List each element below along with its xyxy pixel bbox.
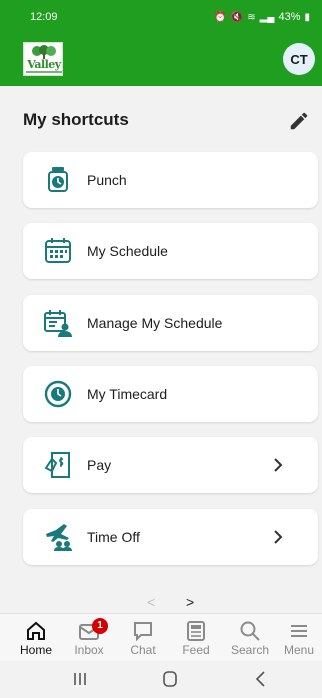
chat-icon (134, 622, 152, 642)
alarm-icon: ⏰ (214, 11, 227, 23)
search-icon (240, 621, 260, 641)
battery-icon: ▮ (304, 11, 310, 23)
calendar-icon (45, 238, 71, 263)
status-time: 12:09 (30, 11, 58, 23)
logo-word: Valley (27, 58, 61, 71)
signal-icon: ▂▄ (259, 11, 275, 23)
inbox-badge: 1 (92, 618, 108, 634)
menu-icon (291, 625, 307, 637)
time-off-icon (46, 524, 72, 551)
shortcut-label: My Timecard (87, 386, 168, 402)
mute-icon: 🔇 (230, 11, 244, 23)
shortcut-label: Punch (87, 172, 127, 188)
feed-icon (187, 621, 205, 641)
nav-search[interactable]: Search (225, 620, 275, 657)
battery-level: 43% (278, 11, 301, 23)
wifi-icon: ≋ (247, 11, 256, 23)
punch-clock-icon (48, 167, 68, 192)
nav-home[interactable]: Home (11, 620, 61, 657)
shortcut-label: Manage My Schedule (87, 315, 223, 331)
nav-label: Inbox (74, 643, 104, 657)
timecard-icon (44, 380, 72, 408)
manage-schedule-icon (44, 310, 72, 337)
nav-chat[interactable]: Chat (118, 620, 168, 657)
shortcut-pager: < > (143, 594, 203, 612)
pager-next-button[interactable]: > (186, 594, 194, 610)
shortcuts-title: My shortcuts (23, 110, 129, 129)
chevron-right-icon (274, 530, 283, 544)
company-logo[interactable]: Valley (23, 42, 63, 76)
pay-icon (44, 452, 70, 478)
shortcut-time-off[interactable]: Time Off (23, 509, 318, 565)
nav-feed[interactable]: Feed (171, 620, 221, 657)
status-icons: ⏰ 🔇 ≋ ▂▄ 43% ▮ (214, 11, 310, 23)
user-avatar[interactable]: CT (283, 43, 315, 75)
home-button-icon[interactable] (158, 669, 182, 689)
system-nav-bar (0, 661, 322, 698)
shortcut-pay[interactable]: Pay (23, 437, 318, 493)
nav-label: Home (19, 643, 52, 657)
shortcut-manage-my-schedule[interactable]: Manage My Schedule (23, 295, 318, 351)
nav-label: Search (230, 643, 270, 657)
logo-trees-icon (32, 45, 56, 59)
app-header: Valley CT (0, 32, 322, 86)
shortcut-my-schedule[interactable]: My Schedule (23, 223, 318, 279)
nav-menu[interactable]: Menu (277, 620, 321, 657)
shortcut-label: Time Off (87, 529, 140, 545)
status-bar: 12:09 ⏰ 🔇 ≋ ▂▄ 43% ▮ (0, 0, 322, 32)
pager-prev-button[interactable]: < (147, 594, 155, 610)
shortcut-punch[interactable]: Punch (23, 152, 318, 208)
shortcut-my-timecard[interactable]: My Timecard (23, 366, 318, 422)
home-icon (27, 621, 45, 640)
nav-label: Menu (283, 643, 315, 657)
bottom-nav: Home Inbox 1 Chat Feed Search Menu (0, 613, 322, 661)
edit-pencil-icon[interactable] (288, 110, 310, 132)
logo-tagline (26, 71, 62, 73)
recent-apps-icon[interactable] (68, 669, 92, 689)
chevron-right-icon (274, 458, 283, 472)
nav-label: Feed (182, 643, 210, 657)
back-button-icon[interactable] (249, 669, 273, 689)
shortcut-label: Pay (87, 457, 112, 473)
nav-inbox[interactable]: Inbox 1 (64, 618, 114, 657)
nav-label: Chat (130, 643, 156, 657)
shortcut-label: My Schedule (87, 243, 168, 259)
